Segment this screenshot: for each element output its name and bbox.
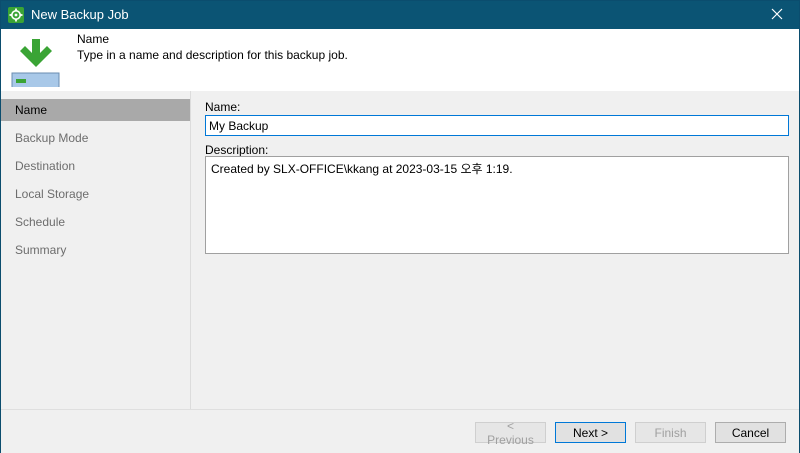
step-backup-mode[interactable]: Backup Mode bbox=[1, 127, 190, 149]
previous-button[interactable]: < Previous bbox=[475, 419, 546, 447]
step-name[interactable]: Name bbox=[1, 99, 190, 121]
description-input[interactable]: Created by SLX-OFFICE\kkang at 2023-03-1… bbox=[205, 156, 789, 254]
cancel-button[interactable]: Cancel bbox=[715, 422, 786, 443]
title-bar: New Backup Job bbox=[1, 1, 799, 29]
step-summary[interactable]: Summary bbox=[1, 239, 190, 261]
wizard-footer: < Previous Next > Finish Cancel bbox=[1, 409, 799, 453]
finish-button[interactable]: Finish bbox=[635, 422, 706, 443]
description-label: Description: bbox=[205, 143, 269, 157]
step-destination[interactable]: Destination bbox=[1, 155, 190, 177]
backup-job-window: New Backup Job Name Type in a name and d… bbox=[0, 0, 800, 453]
step-schedule[interactable]: Schedule bbox=[1, 211, 190, 233]
wizard-steps: Name Backup Mode Destination Local Stora… bbox=[1, 91, 191, 409]
window-title: New Backup Job bbox=[31, 7, 129, 22]
name-label: Name: bbox=[205, 100, 241, 114]
wizard-header: Name Type in a name and description for … bbox=[1, 29, 799, 91]
header-title: Name bbox=[77, 32, 110, 46]
next-button[interactable]: Next > bbox=[555, 422, 626, 443]
gear-icon bbox=[8, 7, 24, 23]
step-content: Name: Description: Created by SLX-OFFICE… bbox=[192, 91, 799, 409]
header-description: Type in a name and description for this … bbox=[77, 48, 348, 62]
close-icon bbox=[771, 8, 783, 23]
close-button[interactable] bbox=[755, 1, 799, 29]
download-to-disk-icon bbox=[11, 37, 61, 89]
step-local-storage[interactable]: Local Storage bbox=[1, 183, 190, 205]
name-input[interactable] bbox=[205, 115, 789, 136]
